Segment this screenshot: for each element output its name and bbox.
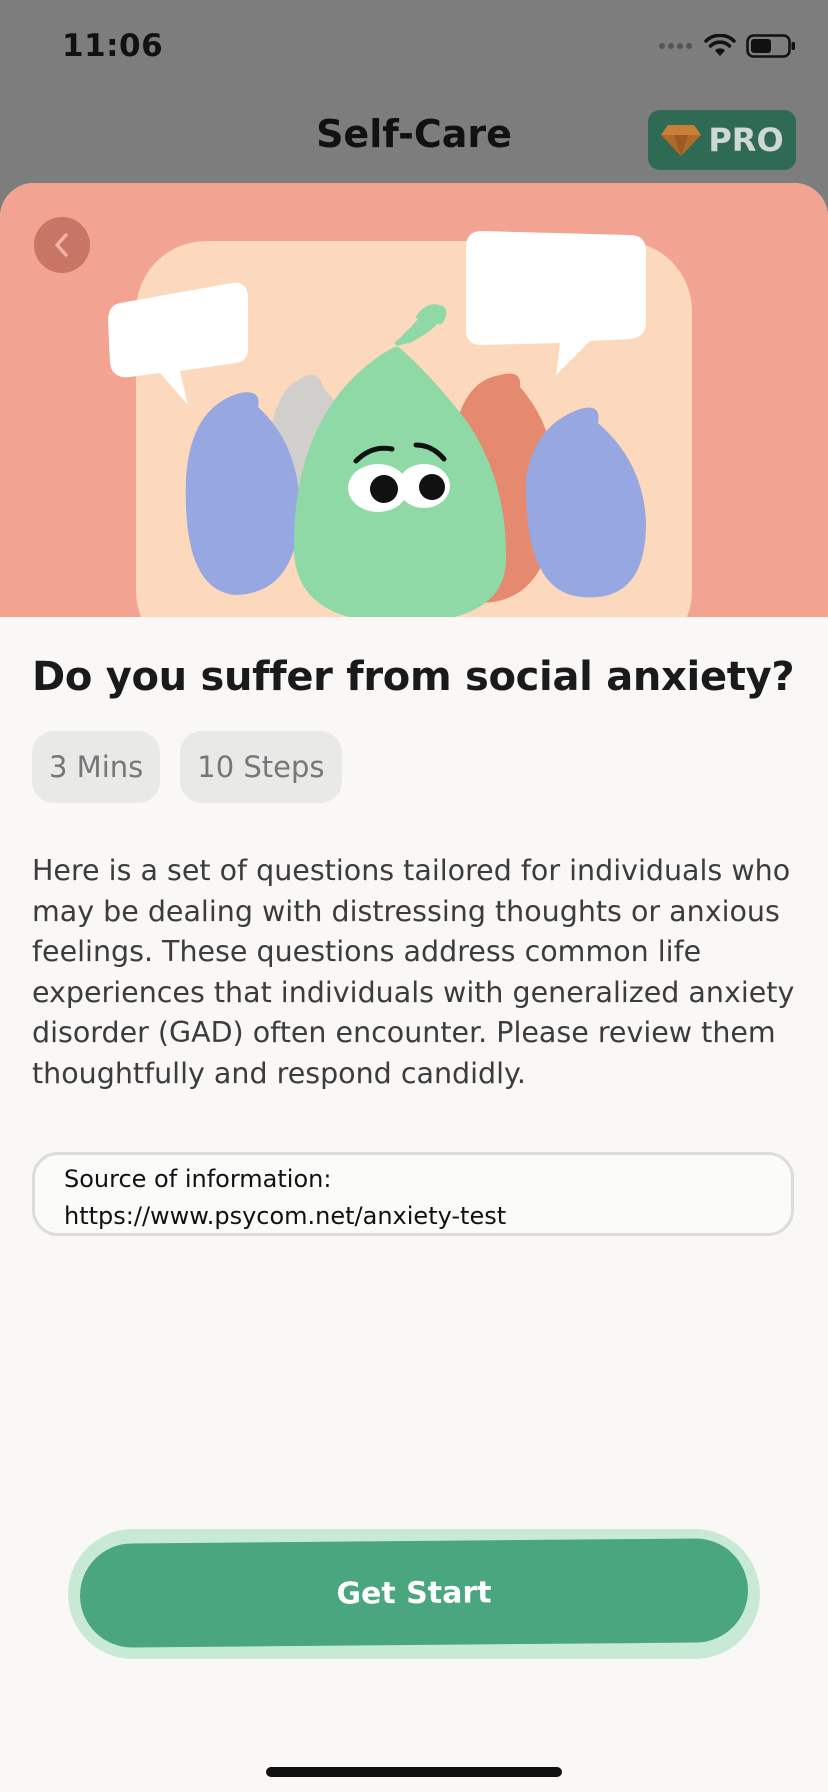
hero-illustration [0,183,828,617]
pro-label: PRO [708,121,784,159]
status-icons [658,34,796,58]
chevron-left-icon [55,233,68,257]
source-box[interactable]: Source of information: https://www.psyco… [32,1152,794,1236]
get-start-button[interactable]: Get Start [79,1538,749,1648]
diamond-icon [661,125,702,156]
detail-sheet: Do you suffer from social anxiety? 3 Min… [0,183,828,1792]
chip-row: 3 Mins 10 Steps [32,731,796,803]
source-url[interactable]: https://www.psycom.net/anxiety-test [64,1198,791,1235]
home-indicator [266,1767,562,1777]
duration-chip: 3 Mins [32,731,161,803]
sheet-content: Do you suffer from social anxiety? 3 Min… [32,653,796,1236]
battery-icon [746,34,795,58]
wifi-icon [704,34,736,56]
status-bar: 11:06 [0,0,828,100]
anxiety-illustration [108,231,692,617]
screen: 11:06 Self-Care PRO Do you suffer from s… [0,0,828,1792]
back-button[interactable] [34,217,90,273]
source-label: Source of information: [64,1165,332,1193]
test-description: Here is a set of questions tailored for … [32,854,795,1090]
test-title: Do you suffer from social anxiety? [32,654,795,700]
steps-chip: 10 Steps [180,731,342,803]
status-time: 11:06 [62,28,164,64]
pro-button[interactable]: PRO [648,110,796,170]
signal-icon [659,43,692,49]
